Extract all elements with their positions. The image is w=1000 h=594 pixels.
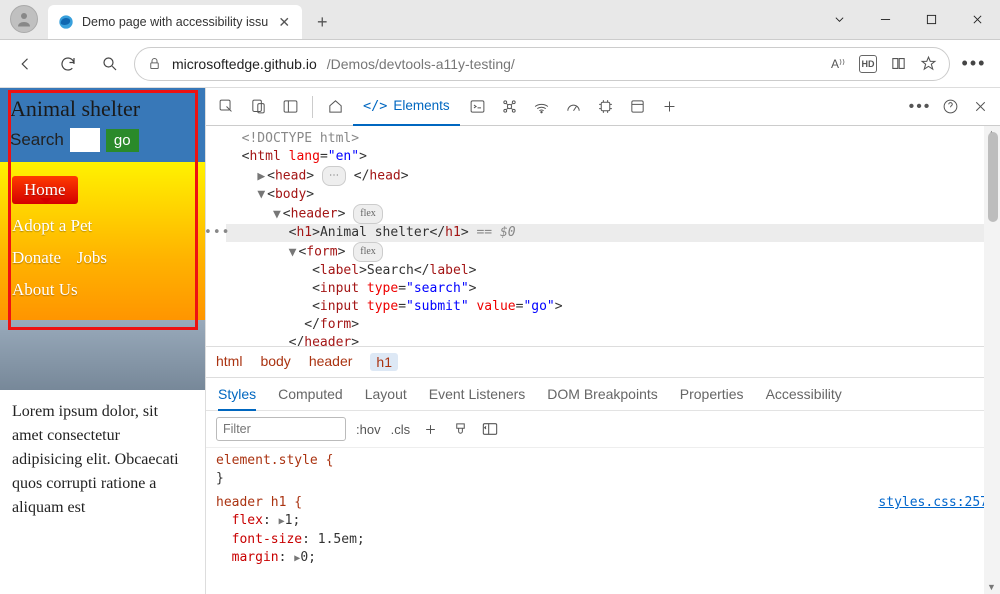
back-button[interactable] — [8, 46, 44, 82]
nav-jobs[interactable]: Jobs — [77, 248, 107, 268]
add-tab-icon[interactable] — [656, 93, 684, 121]
reader-icon[interactable] — [889, 55, 907, 73]
refresh-button[interactable] — [50, 46, 86, 82]
url-host: microsoftedge.github.io — [172, 56, 317, 72]
minimize-button[interactable] — [862, 0, 908, 39]
tab-properties[interactable]: Properties — [680, 386, 744, 402]
hd-icon[interactable]: HD — [859, 55, 877, 73]
styles-filter-row: :hov .cls — [206, 411, 1000, 448]
styles-tabbar: Styles Computed Layout Event Listeners D… — [206, 378, 1000, 411]
favorite-icon[interactable] — [919, 55, 937, 73]
memory-icon[interactable] — [592, 93, 620, 121]
profile-avatar-icon[interactable] — [10, 5, 38, 33]
devtools-tabbar: </> Elements ••• — [206, 88, 1000, 126]
crumb-header[interactable]: header — [309, 353, 353, 371]
tab-styles[interactable]: Styles — [218, 386, 256, 411]
crumb-h1[interactable]: h1 — [370, 353, 398, 371]
rendered-page: Animal shelter Search go Home Adopt a Pe… — [0, 88, 206, 594]
page-nav: Home Adopt a Pet Donate Jobs About Us — [0, 162, 205, 320]
window-titlebar: Demo page with accessibility issu ✕ + — [0, 0, 1000, 40]
console-icon[interactable] — [464, 93, 492, 121]
go-button[interactable]: go — [106, 129, 139, 152]
close-window-button[interactable] — [954, 0, 1000, 39]
device-icon[interactable] — [244, 93, 272, 121]
computed-toggle-icon[interactable] — [480, 419, 500, 439]
devtools-more-icon[interactable]: ••• — [906, 93, 934, 121]
url-path: /Demos/devtools-a11y-testing/ — [327, 56, 515, 72]
read-aloud-icon[interactable]: A⁾⁾ — [829, 55, 847, 73]
chevron-down-icon[interactable] — [816, 0, 862, 39]
page-title: Animal shelter — [10, 96, 195, 122]
browser-toolbar: microsoftedge.github.io/Demos/devtools-a… — [0, 40, 1000, 88]
sources-icon[interactable] — [496, 93, 524, 121]
cat-image — [0, 320, 205, 390]
more-button[interactable]: ••• — [956, 46, 992, 82]
search-button[interactable] — [92, 46, 128, 82]
maximize-button[interactable] — [908, 0, 954, 39]
tab-computed[interactable]: Computed — [278, 386, 343, 402]
address-bar[interactable]: microsoftedge.github.io/Demos/devtools-a… — [134, 47, 950, 81]
tab-elements[interactable]: </> Elements — [353, 88, 460, 126]
application-icon[interactable] — [624, 93, 652, 121]
performance-icon[interactable] — [560, 93, 588, 121]
nav-adopt[interactable]: Adopt a Pet — [12, 216, 92, 236]
help-icon[interactable] — [936, 93, 964, 121]
browser-tab[interactable]: Demo page with accessibility issu ✕ — [48, 5, 302, 39]
tab-event-listeners[interactable]: Event Listeners — [429, 386, 526, 402]
tab-layout[interactable]: Layout — [365, 386, 407, 402]
tab-close-icon[interactable]: ✕ — [276, 14, 292, 30]
dom-tree[interactable]: <!DOCTYPE html> <html lang="en"> ▶<head>… — [206, 126, 1000, 346]
new-rule-icon[interactable] — [420, 419, 440, 439]
scroll-thumb[interactable] — [988, 132, 998, 222]
nav-donate[interactable]: Donate — [12, 248, 61, 268]
tab-dom-breakpoints[interactable]: DOM Breakpoints — [547, 386, 657, 402]
window-controls — [816, 0, 1000, 39]
hov-toggle[interactable]: :hov — [356, 422, 381, 437]
welcome-icon[interactable] — [321, 93, 349, 121]
search-label: Search — [10, 130, 64, 150]
tab-accessibility[interactable]: Accessibility — [766, 386, 842, 402]
panel-icon[interactable] — [276, 93, 304, 121]
search-input[interactable] — [70, 128, 100, 152]
devtools-scrollbar[interactable]: ▲ ▼ — [984, 126, 1000, 594]
new-tab-button[interactable]: + — [308, 8, 336, 36]
lorem-text: Lorem ipsum dolor, sit amet consectetur … — [0, 390, 205, 530]
page-header: Animal shelter Search go — [0, 88, 205, 162]
inspect-icon[interactable] — [212, 93, 240, 121]
styles-filter-input[interactable] — [216, 417, 346, 441]
nav-about[interactable]: About Us — [12, 280, 78, 300]
breadcrumb[interactable]: html body header h1 — [206, 346, 1000, 378]
lock-icon — [147, 56, 162, 71]
source-link[interactable]: styles.css:257 — [878, 494, 988, 512]
dom-selected-line[interactable]: ••• <h1>Animal shelter</h1> == $0 — [226, 224, 1000, 242]
crumb-html[interactable]: html — [216, 353, 242, 371]
brush-icon[interactable] — [450, 419, 470, 439]
cls-toggle[interactable]: .cls — [391, 422, 411, 437]
crumb-body[interactable]: body — [260, 353, 290, 371]
devtools-close-icon[interactable] — [966, 93, 994, 121]
devtools-panel: </> Elements ••• <!DOCTYPE html> <html l… — [206, 88, 1000, 594]
tab-title: Demo page with accessibility issu — [82, 15, 268, 29]
scroll-down-icon[interactable]: ▼ — [987, 582, 996, 592]
network-icon[interactable] — [528, 93, 556, 121]
nav-home[interactable]: Home — [12, 176, 78, 204]
edge-icon — [58, 14, 74, 30]
styles-body[interactable]: element.style { } header h1 {styles.css:… — [206, 448, 1000, 594]
